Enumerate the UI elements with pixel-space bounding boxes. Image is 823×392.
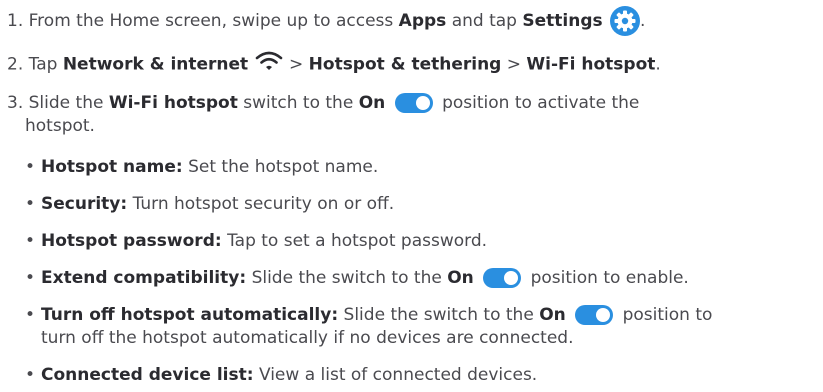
toggle-on-icon <box>394 93 433 113</box>
bullet-marker: • <box>25 157 36 177</box>
bullet-description: Slide the switch to the <box>251 268 442 288</box>
step-1-number: 1. <box>7 11 24 31</box>
bullet-description-end: position to <box>622 305 713 325</box>
apps-label: Apps <box>398 11 447 31</box>
step-3-post: position to activate the <box>442 93 640 113</box>
breadcrumb-separator: > <box>506 54 521 75</box>
step-2-number: 2. <box>7 54 24 75</box>
bullet-term: Hotspot password: <box>41 231 222 251</box>
step-2-text: Tap <box>28 54 58 75</box>
bullet-marker: • <box>25 268 36 288</box>
network-internet-label: Network & internet <box>62 54 249 75</box>
step-3-text: Slide the <box>28 93 104 113</box>
bullet-connected-device-list: • Connected device list: View a list of c… <box>25 363 537 387</box>
bullet-marker: • <box>25 365 36 385</box>
step-2-end: . <box>655 54 661 75</box>
bullet-term: Extend compatibility: <box>41 268 247 288</box>
step-3: 3. Slide the Wi-Fi hotspot switch to the… <box>7 91 639 115</box>
bullet-extend-compatibility: • Extend compatibility: Slide the switch … <box>25 266 689 290</box>
bullet-term: Turn off hotspot automatically: <box>41 305 339 325</box>
bullet-description: View a list of connected devices. <box>258 365 538 385</box>
bullet-description: Tap to set a hotspot password. <box>227 231 488 251</box>
step-3-number: 3. <box>7 93 24 113</box>
on-label: On <box>539 305 566 325</box>
bullet-description: Turn hotspot security on or off. <box>132 194 395 214</box>
toggle-on-icon <box>575 305 614 325</box>
bullet-term: Connected device list: <box>41 365 254 385</box>
step-1-end: . <box>640 11 646 31</box>
step-3-continuation: hotspot. <box>25 116 95 136</box>
bullet-marker: • <box>25 194 36 214</box>
step-3-mid: switch to the <box>243 93 354 113</box>
instructions-document: 1. From the Home screen, swipe up to acc… <box>0 0 823 392</box>
bullet-term: Hotspot name: <box>41 157 183 177</box>
breadcrumb-separator: > <box>289 54 304 75</box>
wifi-hotspot-label: Wi-Fi hotspot <box>108 93 238 113</box>
bullet-description: Slide the switch to the <box>343 305 534 325</box>
step-2: 2. Tap Network & internet > Hotspot & te… <box>7 50 661 79</box>
on-label: On <box>447 268 474 288</box>
hotspot-tethering-label: Hotspot & tethering <box>308 54 502 75</box>
on-label: On <box>358 93 386 113</box>
wifi-icon <box>254 50 284 79</box>
bullet-marker: • <box>25 305 36 325</box>
bullet-description: Set the hotspot name. <box>188 157 379 177</box>
bullet-hotspot-password: • Hotspot password: Tap to set a hotspot … <box>25 229 487 253</box>
bullet-continuation: turn off the hotspot automatically if no… <box>41 328 574 348</box>
bullet-hotspot-name: • Hotspot name: Set the hotspot name. <box>25 155 378 179</box>
bullet-description-end: position to enable. <box>530 268 689 288</box>
bullet-security: • Security: Turn hotspot security on or o… <box>25 192 394 216</box>
bullet-turn-off-automatically: • Turn off hotspot automatically: Slide t… <box>25 303 712 327</box>
settings-label: Settings <box>522 11 603 31</box>
step-1-mid: and tap <box>451 11 517 31</box>
bullet-term: Security: <box>41 194 128 214</box>
gear-icon <box>610 6 641 36</box>
wifi-hotspot-label: Wi-Fi hotspot <box>526 54 656 75</box>
bullet-marker: • <box>25 231 36 251</box>
step-1-text: From the Home screen, swipe up to access <box>28 11 394 31</box>
toggle-on-icon <box>483 268 522 288</box>
step-1: 1. From the Home screen, swipe up to acc… <box>7 6 645 36</box>
